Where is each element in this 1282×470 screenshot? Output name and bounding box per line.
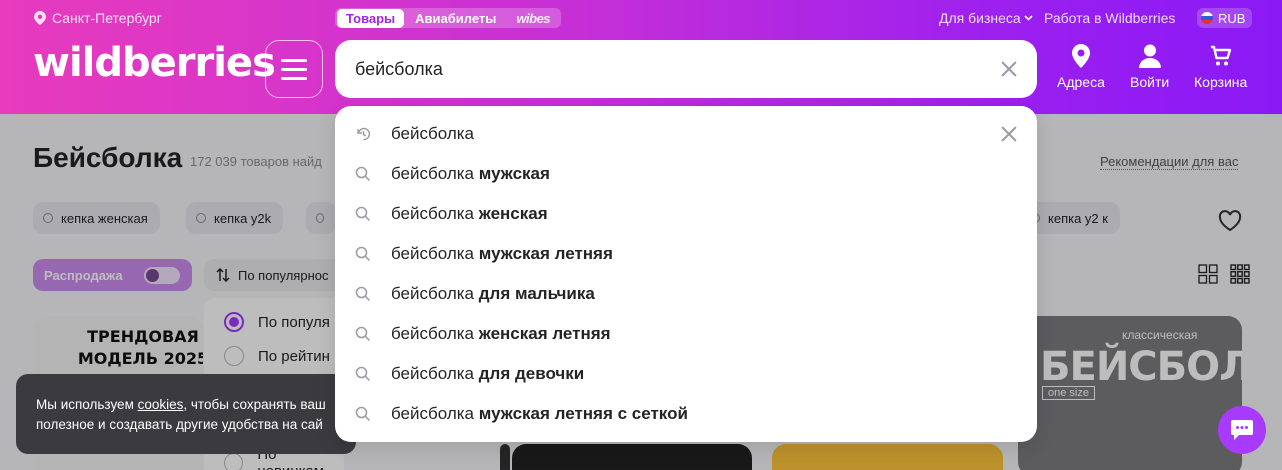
location-pin-icon bbox=[1071, 44, 1090, 68]
cookie-banner: Мы используем cookies, чтобы сохранять в… bbox=[16, 374, 356, 454]
hamburger-icon bbox=[281, 58, 307, 62]
tab-flights[interactable]: Авиабилеты bbox=[406, 9, 505, 28]
suggestion-item[interactable]: бейсболка bbox=[335, 114, 1037, 154]
clear-search-icon[interactable] bbox=[1001, 61, 1017, 77]
nav-cart[interactable]: Корзина bbox=[1194, 44, 1247, 90]
cookie-text: , чтобы сохранять ваш bbox=[183, 397, 326, 412]
search-icon bbox=[355, 406, 371, 422]
nav-login[interactable]: Войти bbox=[1130, 44, 1169, 90]
user-icon bbox=[1138, 44, 1161, 68]
catalog-menu-button[interactable] bbox=[265, 40, 323, 98]
search-icon bbox=[355, 166, 371, 182]
currency-selector[interactable]: RUB bbox=[1197, 8, 1253, 28]
tab-wibes[interactable]: wibes bbox=[507, 9, 559, 28]
tab-goods[interactable]: Товары bbox=[337, 8, 405, 28]
search-icon bbox=[355, 286, 371, 302]
nav-addresses[interactable]: Адреса bbox=[1057, 44, 1105, 90]
suggestion-text: бейсболка мужская летняя с сеткой bbox=[391, 404, 688, 423]
work-link[interactable]: Работа в Wildberries bbox=[1044, 10, 1175, 26]
suggestion-item[interactable]: бейсболка для девочки bbox=[335, 354, 1037, 394]
nav-cart-label: Корзина bbox=[1194, 74, 1248, 90]
cart-icon bbox=[1210, 45, 1231, 66]
search-suggestions: бейсболка бейсболка мужская бейсболка же… bbox=[335, 106, 1037, 442]
suggestion-item[interactable]: бейсболка мужская летняя с сеткой bbox=[335, 394, 1037, 434]
suggestion-text: бейсболка мужская bbox=[391, 164, 550, 183]
search-icon bbox=[355, 206, 371, 222]
business-menu[interactable]: Для бизнеса bbox=[939, 10, 1033, 26]
chevron-down-icon bbox=[1024, 15, 1033, 21]
city-name: Санкт-Петербург bbox=[52, 10, 162, 26]
history-icon bbox=[357, 127, 371, 141]
suggestion-text: бейсболка мужская летняя bbox=[391, 244, 613, 263]
search-icon bbox=[355, 246, 371, 262]
chat-button[interactable] bbox=[1218, 406, 1266, 454]
remove-history-icon[interactable] bbox=[1001, 126, 1017, 142]
suggestion-text: бейсболка женская bbox=[391, 204, 548, 223]
search-input[interactable] bbox=[355, 54, 975, 84]
nav-addresses-label: Адреса bbox=[1057, 74, 1105, 90]
suggestion-item[interactable]: бейсболка мужская bbox=[335, 154, 1037, 194]
wildberries-logo[interactable]: wildberries bbox=[33, 40, 276, 86]
russia-flag-icon bbox=[1201, 12, 1213, 24]
cookies-link[interactable]: cookies bbox=[138, 397, 184, 412]
suggestion-item[interactable]: бейсболка женская летняя bbox=[335, 314, 1037, 354]
suggestion-text: бейсболка для мальчика bbox=[391, 284, 595, 303]
nav-login-label: Войти bbox=[1130, 74, 1170, 90]
top-bar: Санкт-Петербург Товары Авиабилеты wibes … bbox=[0, 8, 1282, 30]
chat-icon bbox=[1231, 420, 1253, 440]
suggestion-text: бейсболка женская летняя bbox=[391, 324, 611, 343]
city-selector[interactable]: Санкт-Петербург bbox=[34, 10, 162, 26]
suggestion-item[interactable]: бейсболка для мальчика bbox=[335, 274, 1037, 314]
search-icon bbox=[355, 326, 371, 342]
cookie-text: Мы используем bbox=[36, 397, 138, 412]
site-header: Санкт-Петербург Товары Авиабилеты wibes … bbox=[0, 0, 1282, 114]
suggestion-item[interactable]: бейсболка женская bbox=[335, 194, 1037, 234]
suggestion-text: бейсболка для девочки bbox=[391, 364, 585, 383]
location-pin-icon bbox=[34, 11, 46, 25]
service-switcher: Товары Авиабилеты wibes bbox=[335, 8, 562, 28]
currency-label: RUB bbox=[1218, 10, 1246, 26]
search-icon bbox=[355, 366, 371, 382]
suggestion-item[interactable]: бейсболка мужская летняя bbox=[335, 234, 1037, 274]
favorite-heart-icon[interactable] bbox=[1218, 210, 1242, 232]
suggestion-text: бейсболка bbox=[391, 124, 474, 143]
cookie-text: полезное и создавать другие удобства на … bbox=[36, 417, 323, 432]
search-bar bbox=[335, 40, 1037, 98]
business-label: Для бизнеса bbox=[939, 10, 1021, 26]
